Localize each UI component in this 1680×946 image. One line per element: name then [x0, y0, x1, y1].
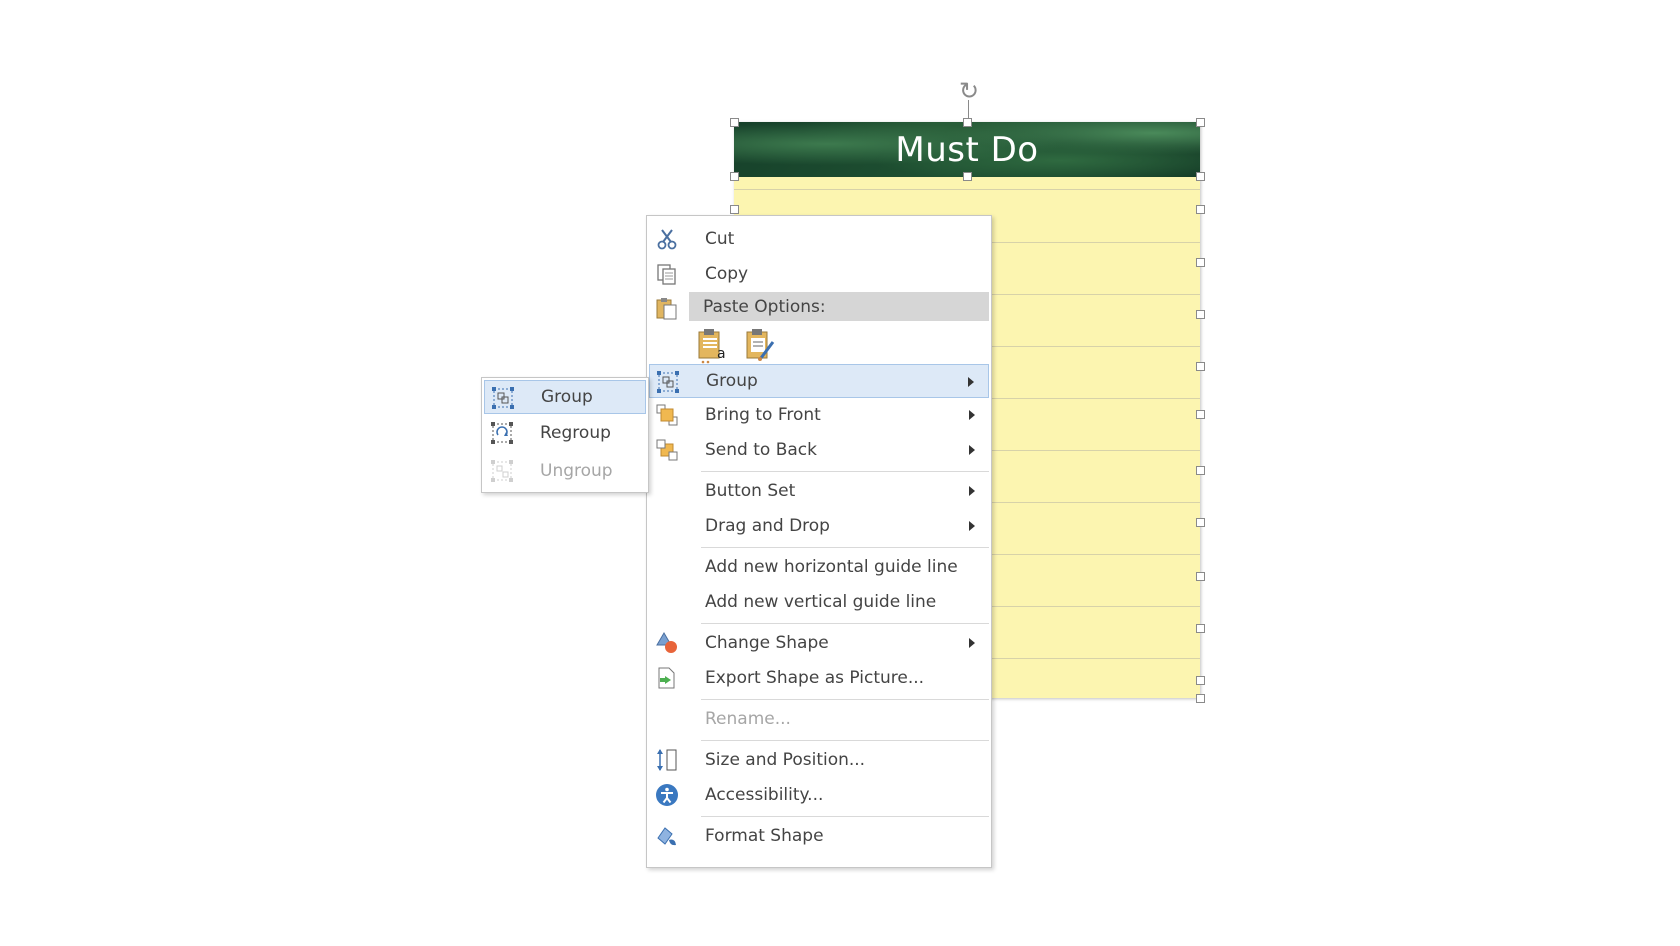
menu-separator	[701, 740, 989, 741]
menu-item-bring-to-front[interactable]: Bring to Front	[649, 398, 989, 432]
submenu-arrow-icon	[969, 486, 975, 496]
submenu-item-ungroup: Ungroup	[484, 454, 646, 488]
paste-keep-text-only-button[interactable]	[745, 328, 777, 364]
menu-item-label: Format Shape	[705, 826, 824, 846]
paste-options-header: Paste Options:	[689, 292, 989, 321]
menu-item-label: Rename...	[705, 709, 791, 729]
group-icon	[491, 386, 515, 410]
copy-icon	[655, 262, 679, 286]
submenu-item-regroup[interactable]: Regroup	[484, 416, 646, 450]
menu-item-change-shape[interactable]: Change Shape	[649, 626, 989, 660]
note-title: Must Do	[895, 129, 1039, 170]
menu-item-export-shape[interactable]: Export Shape as Picture...	[649, 661, 989, 695]
resize-handle[interactable]	[1196, 466, 1205, 475]
svg-text:a: a	[717, 346, 726, 362]
resize-handle[interactable]	[1196, 676, 1205, 685]
context-menu: Cut Copy Paste Options: a Group Bring to…	[646, 215, 992, 868]
menu-item-label: Export Shape as Picture...	[705, 668, 925, 688]
group-icon	[656, 370, 680, 394]
submenu-arrow-icon	[969, 410, 975, 420]
menu-separator	[701, 699, 989, 700]
resize-handle[interactable]	[1196, 572, 1205, 581]
format-shape-icon	[655, 824, 679, 848]
menu-item-size-and-position[interactable]: Size and Position...	[649, 743, 989, 777]
submenu-arrow-icon	[969, 445, 975, 455]
menu-separator	[701, 471, 989, 472]
regroup-icon	[490, 421, 514, 445]
resize-handle[interactable]	[963, 172, 972, 181]
menu-separator	[701, 547, 989, 548]
resize-handle[interactable]	[1196, 362, 1205, 371]
submenu-item-label: Regroup	[540, 423, 611, 443]
ungroup-icon	[490, 459, 514, 483]
resize-handle[interactable]	[1196, 410, 1205, 419]
paste-keep-source-formatting-button[interactable]: a	[697, 328, 729, 364]
menu-item-button-set[interactable]: Button Set	[649, 474, 989, 508]
resize-handle[interactable]	[1196, 518, 1205, 527]
menu-item-format-shape[interactable]: Format Shape	[649, 819, 989, 853]
menu-item-label: Cut	[705, 229, 735, 249]
rotate-handle-icon[interactable]: ↻	[956, 78, 982, 108]
menu-item-label: Send to Back	[705, 440, 817, 460]
resize-handle[interactable]	[730, 118, 739, 127]
bring-to-front-icon	[655, 403, 679, 427]
change-shape-icon	[655, 631, 679, 655]
resize-handle[interactable]	[730, 172, 739, 181]
menu-item-add-vertical-guide[interactable]: Add new vertical guide line	[649, 585, 989, 619]
menu-item-accessibility[interactable]: Accessibility...	[649, 778, 989, 812]
submenu-item-label: Ungroup	[540, 461, 613, 481]
menu-item-group[interactable]: Group	[649, 364, 989, 398]
menu-item-label: Size and Position...	[705, 750, 866, 770]
submenu-arrow-icon	[969, 521, 975, 531]
resize-handle[interactable]	[1196, 172, 1205, 181]
menu-item-drag-and-drop[interactable]: Drag and Drop	[649, 509, 989, 543]
menu-separator	[701, 623, 989, 624]
scissors-icon	[655, 227, 679, 251]
menu-item-copy[interactable]: Copy	[649, 257, 989, 291]
resize-handle[interactable]	[1196, 258, 1205, 267]
clipboard-icon	[655, 296, 679, 320]
resize-handle[interactable]	[730, 205, 739, 214]
menu-item-label: Drag and Drop	[705, 516, 830, 536]
menu-item-label: Add new horizontal guide line	[705, 557, 958, 577]
menu-item-label: Accessibility...	[705, 785, 824, 805]
menu-item-add-horizontal-guide[interactable]: Add new horizontal guide line	[649, 550, 989, 584]
menu-separator	[701, 816, 989, 817]
resize-handle[interactable]	[1196, 624, 1205, 633]
resize-handle[interactable]	[1196, 205, 1205, 214]
menu-item-label: Bring to Front	[705, 405, 821, 425]
accessibility-icon	[655, 783, 679, 807]
resize-handle[interactable]	[963, 118, 972, 127]
menu-item-rename: Rename...	[649, 702, 989, 736]
note-header: Must Do	[734, 122, 1200, 177]
submenu-item-group[interactable]: Group	[484, 380, 646, 414]
menu-item-send-to-back[interactable]: Send to Back	[649, 433, 989, 467]
size-position-icon	[655, 748, 679, 772]
rotate-handle-line	[968, 100, 969, 118]
menu-item-label: Change Shape	[705, 633, 829, 653]
submenu-arrow-icon	[969, 638, 975, 648]
group-submenu: Group Regroup Ungroup	[481, 377, 649, 493]
send-to-back-icon	[655, 438, 679, 462]
menu-item-label: Add new vertical guide line	[705, 592, 937, 612]
resize-handle[interactable]	[1196, 310, 1205, 319]
menu-item-label: Group	[706, 371, 758, 391]
resize-handle[interactable]	[1196, 694, 1205, 703]
menu-item-label: Copy	[705, 264, 749, 284]
menu-item-label: Button Set	[705, 481, 796, 501]
menu-item-cut[interactable]: Cut	[649, 222, 989, 256]
resize-handle[interactable]	[1196, 118, 1205, 127]
submenu-item-label: Group	[541, 387, 593, 407]
submenu-arrow-icon	[968, 377, 974, 387]
export-picture-icon	[655, 666, 679, 690]
paste-options-label: Paste Options:	[703, 297, 826, 317]
